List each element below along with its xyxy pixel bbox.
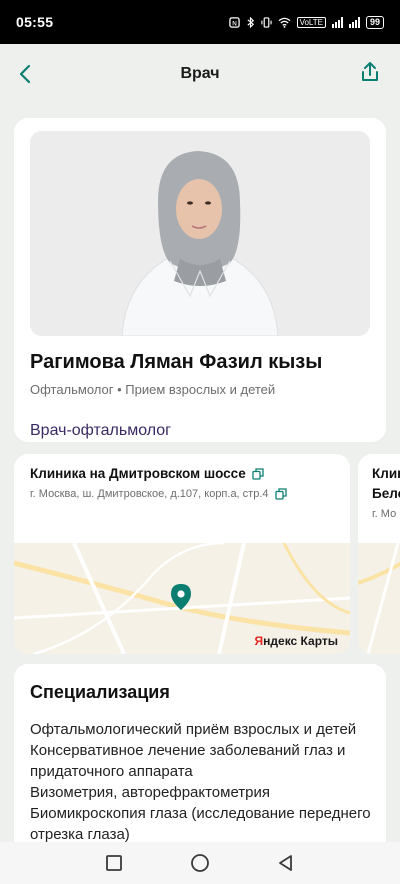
list-item: Офтальмологический приём взрослых и дете… [30, 721, 357, 738]
vibrate-icon [260, 16, 272, 28]
map-provider-text: Яндекс Карты [254, 634, 338, 648]
map-provider-label: Яндекс Карты [255, 634, 338, 648]
status-icons: N VoLTE 99 [228, 15, 384, 29]
clinic-name: Клиника на Дмитровском шоссе [30, 466, 246, 481]
clinic-card-2[interactable]: Клин Бело г. Мо [358, 454, 400, 654]
signal-icon-2 [348, 16, 360, 28]
battery-indicator: 99 [365, 15, 384, 29]
list-item: Биомикроскопия глаза (исследование перед… [30, 805, 371, 843]
system-nav-bar [0, 842, 400, 884]
specialization-list: Офтальмологический приём взрослых и дете… [30, 719, 375, 845]
nfc-icon: N [228, 16, 240, 28]
clinic-name-row: Клиника на Дмитровском шоссе [30, 466, 264, 481]
status-bar: 05:55 N VoLTE 99 [0, 0, 400, 44]
doctor-name: Рагимова Ляман Фазил кызы [30, 351, 323, 373]
doctor-role: Врач-офтальмолог [30, 422, 172, 439]
clinic-2-name-line2: Бело [372, 486, 400, 501]
doctor-photo [30, 131, 370, 336]
map-pin-icon[interactable] [170, 583, 192, 611]
specialization-title: Специализация [30, 682, 170, 702]
wifi-icon [278, 17, 290, 28]
specialization-card: Специализация Офтальмологический приём в… [14, 664, 386, 854]
volte-badge: VoLTE [296, 16, 326, 28]
status-time: 05:55 [16, 14, 54, 30]
page-title: Врач [180, 65, 220, 82]
top-bar: Врач [0, 44, 400, 104]
clinic-2-name-line1: Клин [372, 466, 400, 481]
list-item: Визометрия, авторефрактометрия [30, 784, 271, 801]
doctor-subtitle: Офтальмолог • Прием взрослых и детей [30, 382, 276, 397]
share-icon[interactable] [358, 60, 382, 84]
doctor-card: Рагимова Ляман Фазил кызы Офтальмолог • … [14, 118, 386, 442]
clinic-map[interactable]: Яндекс Карты [14, 543, 350, 654]
back-nav-icon[interactable] [276, 853, 296, 873]
signal-icon [331, 16, 343, 28]
recents-icon[interactable] [104, 853, 124, 873]
list-item: Консервативное лечение заболеваний глаз … [30, 742, 346, 780]
bluetooth-icon [246, 16, 254, 28]
copy-icon[interactable] [274, 488, 287, 500]
chevron-left-icon[interactable] [14, 62, 38, 86]
clinic-address-row: г. Москва, ш. Дмитровское, д.107, корп.а… [30, 488, 287, 500]
copy-icon[interactable] [252, 467, 264, 480]
home-icon[interactable] [190, 853, 210, 873]
clinic-address: г. Москва, ш. Дмитровское, д.107, корп.а… [30, 488, 269, 500]
clinic-card[interactable]: Клиника на Дмитровском шоссе г. Москва, … [14, 454, 350, 654]
svg-text:N: N [232, 19, 237, 27]
clinic-2-map[interactable] [358, 543, 400, 654]
clinic-2-address: г. Мо [372, 508, 397, 520]
